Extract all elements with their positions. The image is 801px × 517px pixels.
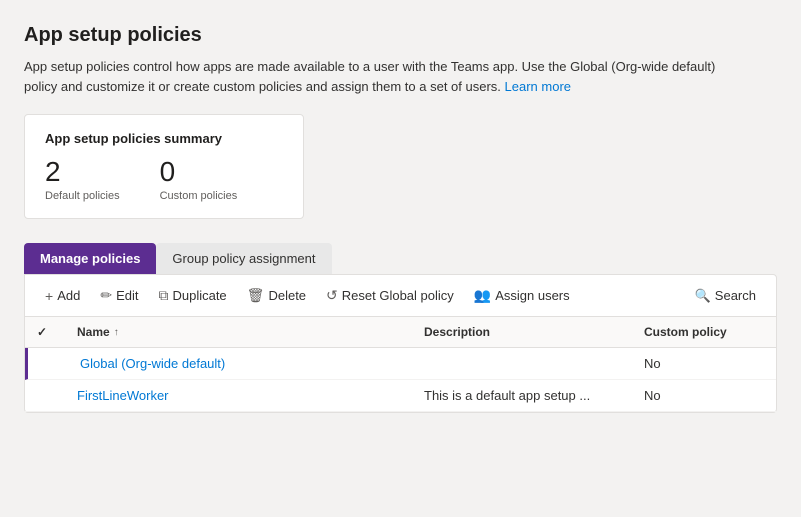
row-desc-2: This is a default app setup ... (424, 388, 644, 403)
custom-policy-header-label: Custom policy (644, 325, 727, 339)
table-row: FirstLineWorker This is a default app se… (25, 380, 776, 412)
add-icon: + (45, 288, 53, 304)
learn-more-link[interactable]: Learn more (505, 79, 571, 94)
th-check: ✓ (37, 325, 77, 339)
th-description: Description (424, 325, 644, 339)
th-custom-policy: Custom policy (644, 325, 764, 339)
table-row: Global (Org-wide default) No (25, 348, 776, 380)
default-label: Default policies (45, 190, 120, 202)
add-button[interactable]: + Add (37, 284, 88, 308)
toolbar: + Add ✏ Edit ⧉ Duplicate 🗑 Delete ↺ Rese… (25, 275, 776, 317)
assign-users-label: Assign users (495, 288, 569, 303)
assign-users-button[interactable]: 👥 Assign users (466, 283, 578, 308)
description-header-label: Description (424, 325, 490, 339)
row-name-1[interactable]: Global (Org-wide default) (80, 356, 424, 371)
th-name[interactable]: Name ↑ (77, 325, 424, 339)
edit-label: Edit (116, 288, 138, 303)
sort-arrow-icon: ↑ (114, 327, 119, 338)
table-header: ✓ Name ↑ Description Custom policy (25, 317, 776, 348)
summary-card: App setup policies summary 2 Default pol… (24, 114, 304, 219)
custom-label: Custom policies (160, 190, 238, 202)
edit-button[interactable]: ✏ Edit (92, 283, 146, 308)
table-container: ✓ Name ↑ Description Custom policy Globa… (25, 317, 776, 412)
row-name-2[interactable]: FirstLineWorker (77, 388, 424, 403)
custom-policies-stat: 0 Custom policies (160, 158, 238, 202)
row-custom-1: No (644, 356, 764, 371)
tabs-container: Manage policies Group policy assignment (24, 243, 777, 274)
reset-icon: ↺ (326, 287, 338, 304)
page-description: App setup policies control how apps are … (24, 57, 744, 96)
name-header-label: Name (77, 325, 110, 339)
reset-global-button[interactable]: ↺ Reset Global policy (318, 283, 462, 308)
duplicate-label: Duplicate (172, 288, 226, 303)
page-title: App setup policies (24, 24, 777, 47)
delete-button[interactable]: 🗑 Delete (239, 283, 314, 308)
search-label: Search (715, 288, 756, 303)
edit-icon: ✏ (100, 287, 112, 304)
search-button[interactable]: 🔍 Search (687, 284, 764, 308)
assign-users-icon: 👥 (474, 287, 491, 304)
page-container: App setup policies App setup policies co… (0, 0, 801, 517)
default-policies-stat: 2 Default policies (45, 158, 120, 202)
delete-icon: 🗑 (247, 287, 265, 304)
add-label: Add (57, 288, 80, 303)
summary-title: App setup policies summary (45, 131, 283, 146)
tab-manage-policies[interactable]: Manage policies (24, 243, 156, 274)
toolbar-table-area: + Add ✏ Edit ⧉ Duplicate 🗑 Delete ↺ Rese… (24, 274, 777, 413)
custom-count: 0 (160, 158, 238, 186)
duplicate-icon: ⧉ (158, 287, 168, 304)
description-text: App setup policies control how apps are … (24, 59, 715, 94)
duplicate-button[interactable]: ⧉ Duplicate (150, 283, 234, 308)
search-icon: 🔍 (695, 288, 711, 304)
default-count: 2 (45, 158, 120, 186)
summary-stats: 2 Default policies 0 Custom policies (45, 158, 283, 202)
reset-global-label: Reset Global policy (342, 288, 454, 303)
row-custom-2: No (644, 388, 764, 403)
tab-group-policy-assignment[interactable]: Group policy assignment (156, 243, 331, 274)
check-all-icon: ✓ (37, 325, 47, 339)
delete-label: Delete (268, 288, 306, 303)
